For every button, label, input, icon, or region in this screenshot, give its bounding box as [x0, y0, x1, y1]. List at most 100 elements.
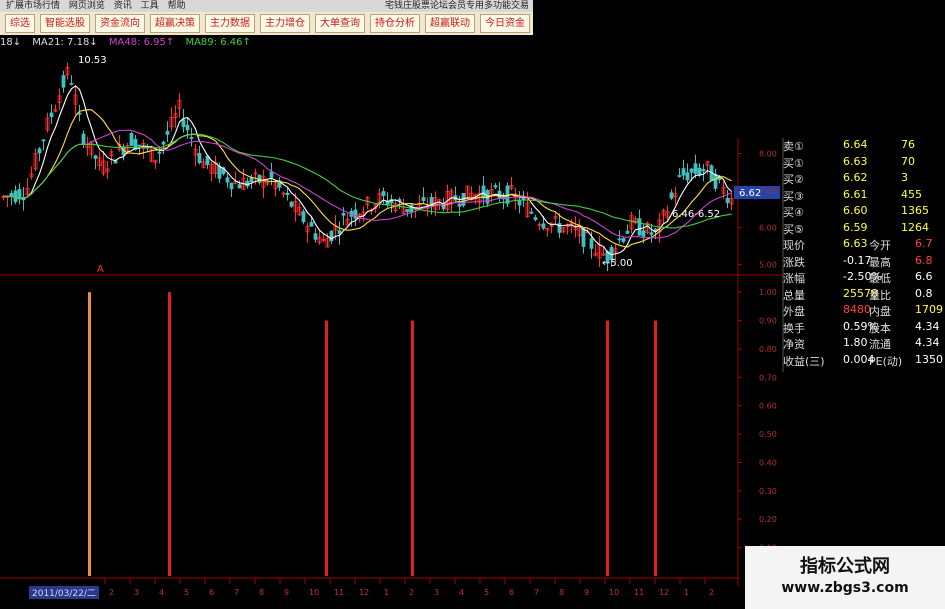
- quote-row: 买② 6.62 3: [783, 171, 945, 188]
- candle-body: [137, 144, 142, 147]
- cursor-date: 2011/03/22/二: [29, 586, 99, 599]
- quote-volume: 1264: [901, 220, 929, 234]
- quote-volume: 70: [901, 154, 915, 168]
- candle-body: [681, 168, 686, 176]
- candle-body: [621, 237, 626, 242]
- quote-label: 买③: [783, 189, 804, 203]
- quote-row: 换手 0.59% 股本 4.34: [783, 320, 945, 337]
- candle-body: [713, 173, 718, 189]
- quote-value: 6.63: [843, 154, 868, 168]
- candle-body: [165, 130, 170, 135]
- quote-value: 1709: [915, 303, 943, 316]
- candle-body: [81, 133, 86, 145]
- candle-body: [589, 238, 594, 249]
- quote-value: 6.61: [843, 187, 868, 201]
- signal-marker: A: [97, 264, 104, 275]
- indicator-tick-label: 0.70: [759, 373, 777, 382]
- quote-row: 收益(三) 0.004 PE(动) 1350: [783, 353, 945, 370]
- candle-body: [625, 230, 630, 234]
- candle-body: [581, 228, 586, 247]
- quote-volume: 76: [901, 138, 915, 151]
- candle-body: [701, 169, 706, 172]
- candle-body: [189, 137, 194, 139]
- candle-body: [405, 209, 410, 213]
- quote-row: 买① 6.63 70: [783, 155, 945, 172]
- quote-label: PE(动): [869, 354, 903, 368]
- quote-row: 买④ 6.60 1365: [783, 204, 945, 221]
- candle-body: [353, 209, 358, 219]
- quote-label: 收益(三): [783, 354, 825, 368]
- quote-value: 8480: [843, 303, 871, 316]
- price-tick-label: 7.00: [759, 187, 777, 196]
- quote-row: 买③ 6.61 455: [783, 188, 945, 205]
- quote-label: 外盘: [783, 305, 805, 318]
- watermark-title: 指标公式网: [800, 556, 890, 577]
- quote-value: 6.63: [843, 237, 868, 250]
- signal-bar: [88, 292, 91, 576]
- candle-body: [229, 182, 234, 190]
- quote-value: 6.59: [843, 220, 868, 234]
- signal-bar: [411, 320, 414, 576]
- quote-value: 6.6: [915, 270, 933, 283]
- quote-row: 涨跌 -0.17 最高 6.8: [783, 254, 945, 271]
- candle-body: [225, 177, 230, 183]
- quote-volume: 1365: [901, 204, 929, 217]
- quote-label: 买①: [783, 156, 804, 170]
- ma89-line: [3, 133, 732, 229]
- quote-value: 6.8: [915, 253, 933, 267]
- quote-label: 股本: [869, 321, 891, 335]
- quote-label: 涨跌: [783, 255, 805, 269]
- quote-label: 涨幅: [783, 272, 805, 285]
- candle-body: [481, 185, 486, 199]
- indicator-tick-label: 0.80: [759, 345, 777, 354]
- watermark-url: www.zbgs3.com: [781, 580, 909, 596]
- quote-value: 1.80: [843, 336, 868, 349]
- candle-body: [457, 203, 462, 207]
- price-tick-label: 6.00: [759, 224, 777, 233]
- indicator-tick-label: 0.50: [759, 430, 777, 439]
- price-tick-label: 8.00: [759, 150, 777, 159]
- indicator-tick-label: 1.00: [759, 288, 777, 297]
- quote-value: 1350: [915, 352, 943, 366]
- candle-body: [285, 192, 290, 196]
- quote-value: 6.60: [843, 204, 868, 217]
- quote-label: 买⑤: [783, 222, 804, 236]
- candle-body: [677, 175, 682, 177]
- candle-body: [301, 211, 306, 223]
- candle-body: [181, 119, 186, 127]
- candle-body: [161, 141, 166, 145]
- quote-value: 6.62: [843, 171, 868, 184]
- candle-body: [669, 192, 674, 199]
- quote-row: 卖① 6.64 76: [783, 138, 945, 155]
- quote-label: 现价: [783, 239, 805, 252]
- quote-volume: 3: [901, 171, 908, 184]
- quote-value: 4.34: [915, 319, 940, 333]
- candle-body: [41, 139, 46, 142]
- ma5-line: [3, 85, 732, 256]
- quote-label: 买②: [783, 173, 804, 186]
- candle-body: [13, 190, 18, 203]
- quote-label: 换手: [783, 321, 805, 335]
- quote-row: 净资 1.80 流通 4.34: [783, 336, 945, 353]
- ma21-line: [3, 109, 732, 248]
- signal-bar: [325, 320, 328, 576]
- candle-body: [725, 197, 730, 204]
- candle-body: [49, 112, 54, 118]
- candle-body: [529, 211, 534, 214]
- candle-body: [341, 213, 346, 216]
- quote-value: -0.17: [843, 253, 872, 267]
- candle-body: [313, 233, 318, 240]
- indicator-tick-label: 0.40: [759, 458, 777, 467]
- candle-body: [309, 222, 314, 227]
- candle-body: [381, 191, 386, 196]
- candle-body: [493, 185, 498, 188]
- candle-body: [93, 155, 98, 159]
- indicator-tick-label: 0.30: [759, 487, 777, 496]
- quote-row: 总量 25578 量比 0.8: [783, 287, 945, 304]
- candle-body: [61, 75, 66, 88]
- last-price-tag: 6.62: [739, 188, 761, 199]
- candle-body: [697, 167, 702, 176]
- quote-label: 流通: [869, 338, 891, 351]
- high-price-label: 10.53: [78, 55, 107, 66]
- candle-body: [641, 230, 646, 237]
